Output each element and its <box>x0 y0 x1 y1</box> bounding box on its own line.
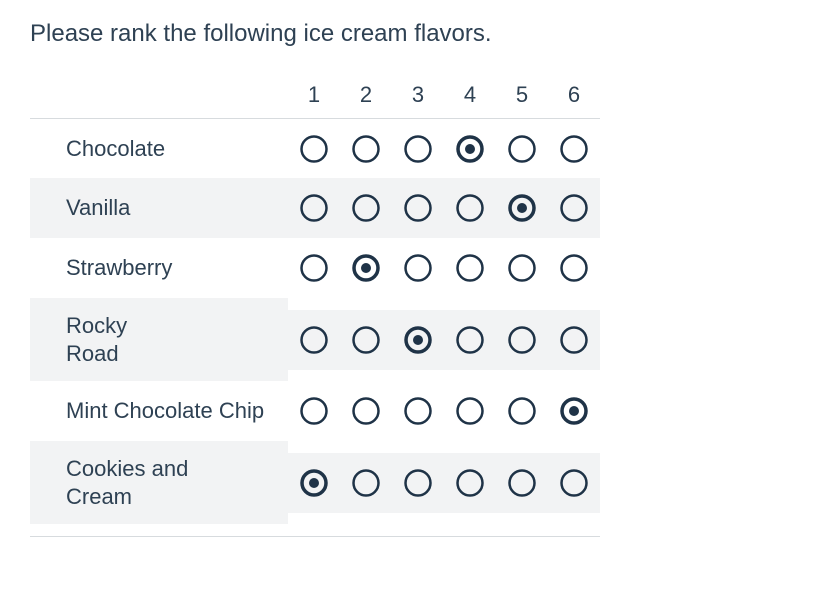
radio-option[interactable] <box>496 453 548 513</box>
radio-option[interactable] <box>444 238 496 298</box>
radio-option[interactable] <box>288 178 340 238</box>
radio-option[interactable] <box>392 453 444 513</box>
radio-unselected-icon <box>403 134 433 164</box>
radio-unselected-icon <box>507 396 537 426</box>
radio-unselected-icon <box>507 134 537 164</box>
radio-option[interactable] <box>548 238 600 298</box>
radio-unselected-icon <box>507 325 537 355</box>
column-header-6: 6 <box>548 72 600 118</box>
question-title: Please rank the following ice cream flav… <box>30 20 806 48</box>
radio-selected-icon <box>351 253 381 283</box>
radio-option[interactable] <box>340 310 392 370</box>
row-label: Mint Chocolate Chip <box>30 381 288 441</box>
radio-option[interactable] <box>444 381 496 441</box>
radio-option[interactable] <box>392 238 444 298</box>
radio-unselected-icon <box>559 468 589 498</box>
radio-selected-icon <box>455 134 485 164</box>
radio-unselected-icon <box>455 193 485 223</box>
radio-unselected-icon <box>299 396 329 426</box>
radio-option[interactable] <box>288 118 340 178</box>
radio-unselected-icon <box>299 325 329 355</box>
radio-unselected-icon <box>403 396 433 426</box>
radio-unselected-icon <box>299 193 329 223</box>
radio-option[interactable] <box>496 178 548 238</box>
radio-unselected-icon <box>299 253 329 283</box>
header-spacer <box>30 85 288 105</box>
radio-option[interactable] <box>496 381 548 441</box>
radio-option[interactable] <box>392 381 444 441</box>
radio-option[interactable] <box>444 453 496 513</box>
radio-unselected-icon <box>403 253 433 283</box>
radio-unselected-icon <box>351 134 381 164</box>
radio-unselected-icon <box>507 253 537 283</box>
radio-selected-icon <box>559 396 589 426</box>
row-label: Strawberry <box>30 238 288 298</box>
radio-unselected-icon <box>299 134 329 164</box>
column-header-2: 2 <box>340 72 392 118</box>
row-label: Vanilla <box>30 178 288 238</box>
radio-selected-icon <box>507 193 537 223</box>
radio-option[interactable] <box>392 310 444 370</box>
radio-option[interactable] <box>444 178 496 238</box>
radio-unselected-icon <box>507 468 537 498</box>
radio-unselected-icon <box>455 253 485 283</box>
radio-option[interactable] <box>340 238 392 298</box>
radio-unselected-icon <box>559 253 589 283</box>
radio-option[interactable] <box>340 453 392 513</box>
radio-option[interactable] <box>288 310 340 370</box>
radio-option[interactable] <box>340 381 392 441</box>
row-label: Chocolate <box>30 118 288 178</box>
radio-selected-icon <box>299 468 329 498</box>
row-label: Cookies and Cream <box>30 441 288 524</box>
radio-option[interactable] <box>288 453 340 513</box>
radio-unselected-icon <box>559 325 589 355</box>
radio-option[interactable] <box>340 178 392 238</box>
radio-unselected-icon <box>351 468 381 498</box>
radio-option[interactable] <box>444 310 496 370</box>
radio-unselected-icon <box>403 468 433 498</box>
radio-unselected-icon <box>455 325 485 355</box>
radio-option[interactable] <box>496 118 548 178</box>
row-label: Rocky Road <box>30 298 288 381</box>
radio-selected-icon <box>403 325 433 355</box>
column-header-3: 3 <box>392 72 444 118</box>
radio-unselected-icon <box>559 193 589 223</box>
column-header-5: 5 <box>496 72 548 118</box>
radio-option[interactable] <box>548 453 600 513</box>
radio-unselected-icon <box>455 396 485 426</box>
radio-unselected-icon <box>351 396 381 426</box>
radio-unselected-icon <box>351 325 381 355</box>
radio-option[interactable] <box>288 238 340 298</box>
radio-unselected-icon <box>351 193 381 223</box>
column-header-4: 4 <box>444 72 496 118</box>
radio-option[interactable] <box>548 178 600 238</box>
radio-option[interactable] <box>548 381 600 441</box>
radio-option[interactable] <box>496 310 548 370</box>
ranking-matrix: 1 2 3 4 5 6 ChocolateVanillaStrawberryRo… <box>30 72 806 537</box>
column-header-1: 1 <box>288 72 340 118</box>
radio-unselected-icon <box>403 193 433 223</box>
radio-unselected-icon <box>559 134 589 164</box>
radio-option[interactable] <box>444 118 496 178</box>
radio-option[interactable] <box>340 118 392 178</box>
radio-unselected-icon <box>455 468 485 498</box>
matrix-bottom-border <box>30 536 600 537</box>
radio-option[interactable] <box>496 238 548 298</box>
radio-option[interactable] <box>548 118 600 178</box>
radio-option[interactable] <box>392 118 444 178</box>
radio-option[interactable] <box>548 310 600 370</box>
radio-option[interactable] <box>288 381 340 441</box>
radio-option[interactable] <box>392 178 444 238</box>
